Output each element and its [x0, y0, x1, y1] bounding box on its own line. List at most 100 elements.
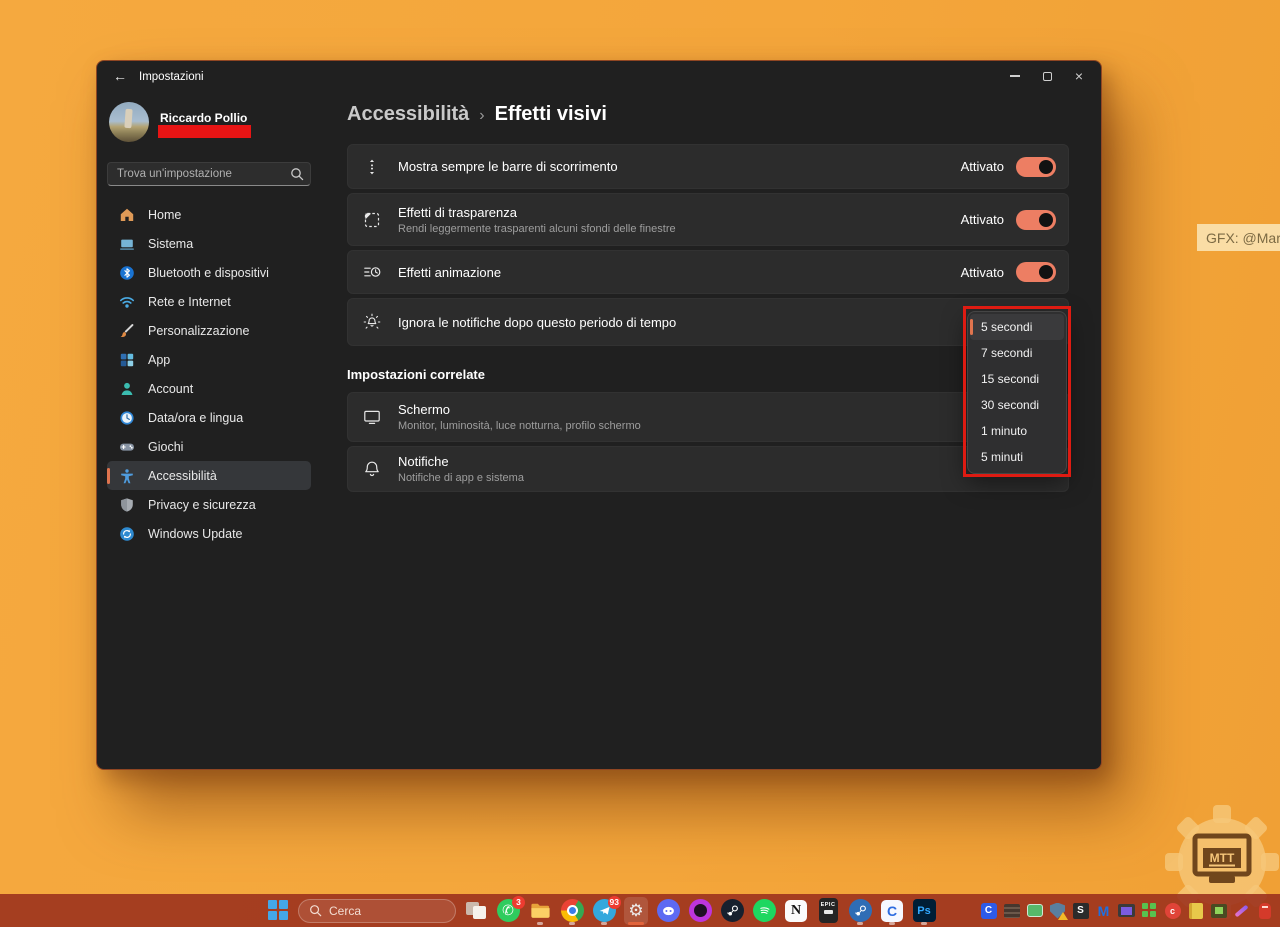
avatar-photo	[124, 108, 133, 129]
tray-mascot-icon[interactable]	[1256, 902, 1273, 919]
taskbar-spotify[interactable]	[752, 897, 776, 925]
close-button[interactable]: ×	[1063, 64, 1095, 88]
related-subtitle: Notifiche di app e sistema	[398, 472, 524, 484]
taskbar-discord[interactable]	[656, 897, 680, 925]
setting-title: Mostra sempre le barre di scorrimento	[398, 159, 618, 174]
sidebar-item-rete[interactable]: Rete e Internet	[107, 287, 311, 316]
breadcrumb-parent[interactable]: Accessibilità	[347, 103, 469, 126]
back-button[interactable]: ←	[113, 68, 127, 84]
sidebar-item-bluetooth[interactable]: Bluetooth e dispositivi	[107, 258, 311, 287]
settings-gear-icon: ⚙	[628, 900, 644, 921]
tray-pen-icon[interactable]	[1233, 902, 1250, 919]
sidebar-item-sistema[interactable]: Sistema	[107, 229, 311, 258]
taskbar-whatsapp[interactable]: ✆ 3	[496, 895, 525, 925]
running-indicator	[601, 921, 607, 925]
setting-row-scrollbars[interactable]: Mostra sempre le barre di scorrimento At…	[347, 144, 1069, 189]
tray-malwarebytes-icon[interactable]: M	[1095, 902, 1112, 919]
dismiss-notifications-icon	[362, 312, 382, 332]
tray-image-viewer-icon[interactable]	[1210, 902, 1227, 919]
tray-file-icon[interactable]	[1187, 902, 1204, 919]
clipchamp-icon: C	[881, 899, 903, 922]
shield-icon	[119, 497, 135, 513]
gfx-watermark: GFX: @Mar	[1197, 224, 1280, 251]
taskbar-epic-games[interactable]: EPIC	[816, 897, 840, 925]
taskbar-steam-running[interactable]	[848, 897, 872, 925]
taskbar-clipchamp[interactable]: C	[880, 897, 904, 925]
running-indicator	[921, 921, 927, 925]
animation-toggle[interactable]	[1016, 262, 1056, 282]
taskbar-apps: ✆ 3 93 ⚙ N EPIC C Ps	[464, 894, 936, 927]
running-indicator	[889, 921, 895, 925]
tray-security-warning-icon[interactable]	[1049, 902, 1068, 920]
apps-icon	[119, 352, 135, 368]
sidebar-item-label: Sistema	[148, 236, 194, 251]
sidebar-item-label: App	[148, 352, 171, 367]
taskbar: Cerca ✆ 3 93 ⚙ N EPIC C Ps C S M c	[0, 894, 1280, 927]
bluetooth-icon	[119, 265, 135, 281]
taskbar-search[interactable]: Cerca	[298, 898, 456, 923]
sidebar-item-home[interactable]: Home	[107, 200, 311, 229]
taskbar-notion[interactable]: N	[784, 897, 808, 925]
sidebar-item-giochi[interactable]: Giochi	[107, 432, 311, 461]
taskbar-photoshop[interactable]: Ps	[912, 897, 936, 925]
tray-green-grid-icon[interactable]	[1141, 902, 1158, 919]
related-title: Schermo	[398, 402, 451, 417]
taskbar-settings-active[interactable]: ⚙	[624, 896, 648, 925]
sidebar-item-label: Account	[148, 381, 194, 396]
taskbar-telegram[interactable]: 93	[592, 895, 621, 925]
settings-search[interactable]	[107, 162, 311, 186]
folder-icon	[530, 903, 550, 918]
tray-s-app-icon[interactable]: S	[1072, 902, 1089, 919]
tray-payment-icon[interactable]	[1026, 902, 1043, 919]
tray-c-glyph: C	[980, 902, 997, 919]
sidebar-item-label: Privacy e sicurezza	[148, 497, 256, 512]
selected-accent-bar	[107, 467, 110, 484]
setting-row-animation[interactable]: Effetti animazione Attivato	[347, 250, 1069, 294]
start-button[interactable]	[268, 900, 288, 920]
titlebar: ← Impostazioni ×	[97, 61, 1101, 95]
sidebar-item-data-ora[interactable]: Data/ora e lingua	[107, 403, 311, 432]
taskbar-chrome[interactable]	[560, 897, 584, 925]
tray-red-circle-icon[interactable]: c	[1164, 902, 1181, 919]
tray-clipchamp-icon[interactable]: C	[980, 902, 997, 919]
setting-row-transparency[interactable]: Effetti di trasparenza Rendi leggermente…	[347, 193, 1069, 246]
taskbar-search-label: Cerca	[329, 903, 362, 918]
sidebar-item-account[interactable]: Account	[107, 374, 311, 403]
desktop: GFX: @Mar MTT ← Impostazioni × Riccardo …	[0, 0, 1280, 927]
window-controls: ×	[999, 64, 1095, 88]
related-row-schermo[interactable]: Schermo Monitor, luminosità, luce nottur…	[347, 392, 1069, 442]
transparency-toggle[interactable]	[1016, 209, 1056, 230]
task-view-button[interactable]	[464, 897, 488, 925]
telegram-badge: 93	[607, 895, 621, 909]
related-row-notifiche[interactable]: Notifiche Notifiche di app e sistema	[347, 446, 1069, 492]
active-app-indicator	[628, 921, 644, 925]
sidebar-item-windows-update[interactable]: Windows Update	[107, 519, 311, 548]
notion-icon: N	[785, 899, 807, 922]
clock-icon	[119, 410, 135, 426]
setting-title: Ignora le notifiche dopo questo periodo …	[398, 314, 677, 330]
toggle-status-label: Attivato	[960, 264, 1004, 280]
tray-display-icon[interactable]	[1118, 902, 1135, 919]
scrollbars-toggle[interactable]	[1016, 156, 1056, 177]
tray-keyboard-icon[interactable]	[1003, 902, 1020, 919]
main-content: Accessibilità › Effetti visivi Mostra se…	[347, 95, 1101, 769]
search-input[interactable]	[108, 163, 284, 185]
person-icon	[119, 381, 135, 397]
page-title: Effetti visivi	[494, 103, 607, 125]
toggle-status-label: Attivato	[960, 212, 1004, 227]
setting-title: Effetti di trasparenza	[398, 204, 517, 220]
avatar[interactable]	[109, 102, 149, 142]
sidebar-item-app[interactable]: App	[107, 345, 311, 374]
gamepad-icon	[119, 439, 135, 455]
sidebar-item-privacy[interactable]: Privacy e sicurezza	[107, 490, 311, 519]
setting-row-dismiss-notifications[interactable]: Ignora le notifiche dopo questo periodo …	[347, 298, 1069, 346]
search-icon	[290, 167, 304, 186]
sidebar-item-accessibilita[interactable]: Accessibilità	[107, 461, 311, 490]
minimize-button[interactable]	[999, 64, 1031, 88]
taskbar-file-explorer[interactable]	[528, 897, 552, 925]
taskbar-opera-gx[interactable]	[688, 897, 712, 925]
taskbar-steam[interactable]	[720, 897, 744, 925]
sidebar-item-personalizzazione[interactable]: Personalizzazione	[107, 316, 311, 345]
transparency-icon	[362, 210, 382, 230]
maximize-button[interactable]	[1031, 64, 1063, 88]
